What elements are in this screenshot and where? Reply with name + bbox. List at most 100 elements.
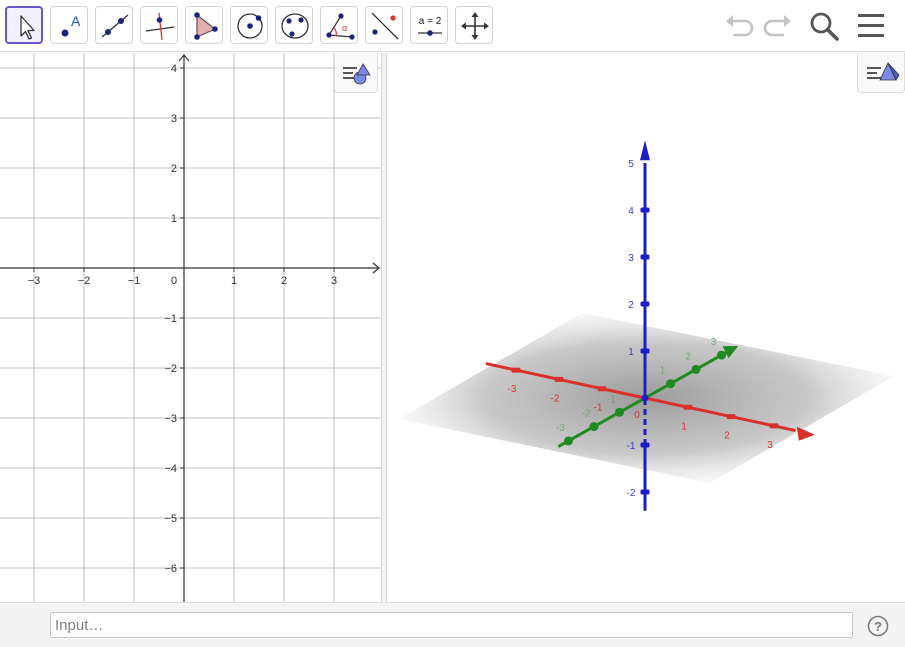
x-axis-3d-tick (683, 404, 693, 410)
x-axis-3d-arrow (796, 426, 815, 441)
circle-three-points-icon (281, 13, 309, 39)
circle-three-points-tool-button[interactable] (275, 6, 313, 44)
x-tick-label: 1 (231, 275, 237, 287)
main-menu-button[interactable] (854, 9, 888, 43)
x-tick-label: 2 (281, 275, 287, 287)
y-axis-3d-label: 1 (660, 366, 666, 377)
y-axis-3d-label: -3 (556, 423, 565, 434)
line-tool-button[interactable] (95, 6, 133, 44)
x-tick-label: −1 (128, 275, 141, 287)
z-axis-3d-label: 5 (628, 159, 634, 170)
z-axis-3d-arrow (640, 140, 650, 161)
style-bar-3d-icon (867, 62, 900, 81)
z-axis-3d-tick (640, 489, 650, 495)
circle-center-point-icon (237, 13, 263, 39)
origin-label-3d: 0 (634, 410, 640, 421)
z-axis-3d-tick (640, 254, 650, 260)
y-axis-3d-tick (615, 407, 624, 417)
svg-text:A: A (71, 13, 81, 29)
redo-icon (763, 15, 791, 37)
y-axis-3d-tick (666, 379, 675, 389)
z-axis-3d-label: 2 (628, 300, 634, 311)
y-axis-3d-label: -2 (582, 409, 591, 420)
x-axis-3d-label: 2 (724, 431, 730, 442)
move-tool-button[interactable] (5, 6, 43, 44)
z-axis-3d-tick (640, 348, 650, 354)
undo-icon (726, 15, 754, 37)
x-tick-label: 0 (171, 275, 177, 287)
y-axis-3d-label: 2 (685, 351, 691, 362)
x-axis-3d-tick (726, 414, 736, 420)
line-through-points-icon (101, 14, 129, 38)
z-axis-3d-label: 1 (628, 347, 634, 358)
point-tool-button[interactable]: A (50, 6, 88, 44)
graphics-3d-canvas[interactable]: -3-2-1123-3-2-112354321-1-20 (387, 53, 905, 602)
x-tick-label: 3 (331, 275, 337, 287)
graphics-2d-canvas[interactable]: −3 −2 −1 0 1 2 3 4 3 2 1 −1 −2 −3 −4 −5 −6 (0, 53, 381, 602)
style-bar-toggle-2d[interactable] (334, 53, 378, 93)
z-axis-3d-tick (640, 207, 650, 213)
input-help-button[interactable]: ? (867, 615, 889, 637)
angle-icon: α (326, 13, 355, 40)
y-tick-label: 2 (171, 163, 177, 175)
svg-text:?: ? (874, 619, 882, 634)
z-axis-3d-label: 3 (628, 253, 634, 264)
z-axis-3d-tick (640, 301, 650, 307)
help-icon: ? (867, 615, 889, 637)
x-axis-3d-label: -2 (551, 393, 560, 404)
grid-2d (0, 53, 381, 602)
move-graphics-view-tool-button[interactable] (455, 6, 493, 44)
y-tick-label: −5 (164, 513, 177, 525)
circle-center-tool-button[interactable] (230, 6, 268, 44)
z-axis-3d-label: 4 (628, 206, 634, 217)
svg-text:α: α (342, 23, 347, 33)
graphics-view-2d[interactable]: −3 −2 −1 0 1 2 3 4 3 2 1 −1 −2 −3 −4 −5 −6 (0, 53, 381, 602)
origin-point-3d (641, 394, 649, 402)
y-tick-label: 3 (171, 113, 177, 125)
style-bar-toggle-3d[interactable] (857, 53, 905, 93)
x-axis-3d-label: 3 (767, 440, 773, 451)
x-tick-label: −3 (28, 275, 41, 287)
y-axis-3d-label: -1 (607, 394, 616, 405)
slider-icon: a = 2 (418, 16, 442, 36)
z-axis-3d-tick (640, 442, 650, 448)
redo-button[interactable] (760, 9, 794, 43)
polygon-tool-button[interactable] (185, 6, 223, 44)
perpendicular-line-icon (145, 12, 175, 41)
x-axis-3d-tick (554, 376, 564, 382)
undo-button[interactable] (723, 9, 757, 43)
x-axis-3d-tick (511, 367, 521, 373)
x-axis-3d-label: -1 (594, 403, 603, 414)
graphics-view-3d[interactable]: -3 -2 -1 1 2 3 -3 -2 -1 1 2 3 5 4 3 2 1 -1 -2 0 (387, 53, 905, 602)
search-icon (810, 12, 839, 41)
x-axis-3d-tick (769, 423, 779, 429)
y-tick-label: −1 (164, 313, 177, 325)
style-bar-icon (343, 63, 371, 85)
arrow-cursor-icon (20, 15, 35, 40)
point-with-label-icon: A (61, 13, 81, 37)
x-axis-3d-tick (597, 386, 607, 392)
reflect-tool-button[interactable] (365, 6, 403, 44)
toolbar: A α a = 2 (0, 0, 905, 52)
algebra-input-field[interactable] (50, 612, 853, 638)
x-axis-3d-label: -3 (508, 384, 517, 395)
y-tick-label: 4 (171, 63, 177, 75)
move-graphics-view-icon (461, 12, 489, 40)
y-axis-3d-label: 3 (711, 337, 717, 348)
x-tick-label: −2 (78, 275, 91, 287)
y-axis-3d-tick (564, 436, 573, 446)
y-tick-label: −4 (164, 463, 177, 475)
slider-tool-button[interactable]: a = 2 (410, 6, 448, 44)
perpendicular-tool-button[interactable] (140, 6, 178, 44)
y-tick-label: −6 (164, 563, 177, 575)
svg-text:a = 2: a = 2 (419, 16, 442, 27)
y-tick-label: 1 (171, 213, 177, 225)
y-axis-3d-tick (717, 350, 726, 360)
angle-tool-button[interactable]: α (320, 6, 358, 44)
search-button[interactable] (807, 9, 841, 43)
z-axis-3d-label: -2 (627, 488, 636, 499)
input-bar: ? (0, 602, 905, 647)
reflect-icon (371, 12, 399, 40)
y-axis-3d-tick (589, 422, 599, 432)
z-axis-3d-label: -1 (627, 441, 636, 452)
